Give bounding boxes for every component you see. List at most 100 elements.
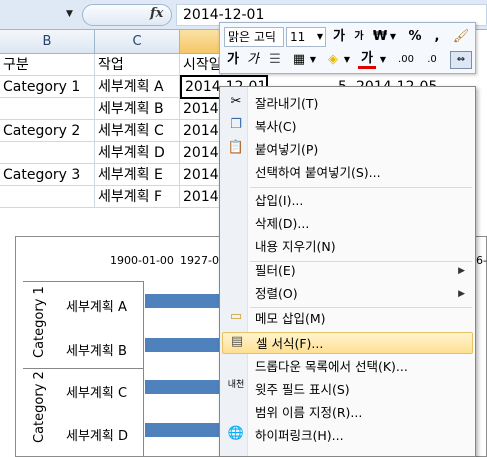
menu-item-label: 잘라내기(T) xyxy=(255,96,319,111)
cell-c3[interactable]: 세부계획 B xyxy=(95,98,180,120)
borders-icon[interactable]: ▦ xyxy=(290,50,308,72)
chart-task-label: 세부계획 D xyxy=(66,429,128,444)
chart-task-label: 세부계획 C xyxy=(66,386,128,401)
font-color-dropdown-icon[interactable]: ▼ xyxy=(378,50,388,72)
cell-c7[interactable]: 세부계획 F xyxy=(95,186,180,208)
insert-function-icon[interactable]: fx xyxy=(150,6,163,21)
phonetic-icon: 내천 xyxy=(227,380,245,390)
chart-bar[interactable] xyxy=(145,338,220,352)
menu-item-cut[interactable]: ✂ 잘라내기(T) xyxy=(222,93,473,115)
chart-bar[interactable] xyxy=(145,423,220,437)
cell-b7[interactable] xyxy=(0,186,95,208)
menu-item-label: 필터(E) xyxy=(255,263,296,278)
menu-item-label: 붙여넣기(P) xyxy=(255,142,319,157)
menu-item-label: 드롭다운 목록에서 선택(K)... xyxy=(255,359,408,374)
currency-button[interactable]: ₩ xyxy=(372,27,388,49)
cell-c4[interactable]: 세부계획 C xyxy=(95,120,180,142)
context-menu: ✂ 잘라내기(T) ❐ 복사(C) 📋 붙여넣기(P) 선택하여 붙여넣기(S)… xyxy=(219,86,476,457)
cell-d3[interactable]: 2014- xyxy=(180,98,222,120)
mini-toolbar: 맑은 고딕 11 ▼ 가 가 ₩ ▼ % , 🖌 가 가 ☰ ▦ ▼ ◈ ▼ 가 … xyxy=(219,22,476,74)
column-header-c[interactable]: C xyxy=(95,30,180,54)
cell-d1[interactable]: 시작일 xyxy=(180,54,222,76)
menu-item-pick-from-list[interactable]: 드롭다운 목록에서 선택(K)... xyxy=(222,356,473,378)
merge-center-icon[interactable]: ⇔ xyxy=(450,51,472,69)
menu-item-label: 내용 지우기(N) xyxy=(255,239,336,254)
name-box-dropdown-icon[interactable]: ▼ xyxy=(66,9,73,19)
axis-tick: 1900-01-00 xyxy=(110,254,174,267)
cell-d5[interactable]: 2014- xyxy=(180,142,222,164)
percent-button[interactable]: % xyxy=(406,27,424,49)
menu-item-label: 복사(C) xyxy=(255,119,297,134)
column-header-b[interactable]: B xyxy=(0,30,95,54)
cell-c2[interactable]: 세부계획 A xyxy=(95,76,180,98)
menu-item-define-name[interactable]: 범위 이름 지정(R)... xyxy=(222,402,473,424)
cell-c1[interactable]: 작업 xyxy=(95,54,180,76)
menu-item-delete[interactable]: 삭제(D)... xyxy=(222,213,473,235)
copy-icon: ❐ xyxy=(230,117,242,132)
scissors-icon: ✂ xyxy=(230,94,242,109)
hyperlink-globe-icon: 🌐 xyxy=(227,426,245,441)
align-center-icon[interactable]: ☰ xyxy=(266,50,284,72)
fill-color-dropdown-icon[interactable]: ▼ xyxy=(342,50,352,72)
shrink-font-button[interactable]: 가 xyxy=(350,27,368,49)
fill-color-icon[interactable]: ◈ xyxy=(324,50,342,72)
format-painter-icon[interactable]: 🖌 xyxy=(450,27,472,49)
cell-b1[interactable]: 구분 xyxy=(0,54,95,76)
cell-b3[interactable] xyxy=(0,98,95,120)
cell-b5[interactable] xyxy=(0,142,95,164)
paste-icon: 📋 xyxy=(227,140,245,155)
borders-dropdown-icon[interactable]: ▼ xyxy=(308,50,318,72)
menu-item-paste-special[interactable]: 선택하여 붙여넣기(S)... xyxy=(222,162,473,184)
submenu-arrow-icon: ▶ xyxy=(458,289,465,299)
menu-item-format-cells[interactable]: ▤ 셀 서식(F)... xyxy=(222,332,473,354)
submenu-arrow-icon: ▶ xyxy=(458,266,465,276)
increase-decimal-button[interactable]: .00 xyxy=(394,50,418,72)
cell-d4[interactable]: 2014- xyxy=(180,120,222,142)
menu-item-paste[interactable]: 📋 붙여넣기(P) xyxy=(222,139,473,161)
cell-b2[interactable]: Category 1 xyxy=(0,76,95,98)
chart-category-label: Category 1 xyxy=(32,286,47,358)
menu-item-label: 범위 이름 지정(R)... xyxy=(255,405,363,420)
axis-tick: 6-1 xyxy=(476,254,487,267)
category-divider xyxy=(23,368,143,369)
menu-item-label: 삽입(I)... xyxy=(255,193,304,208)
font-size-select[interactable]: 11 ▼ xyxy=(286,27,326,47)
menu-item-filter[interactable]: 필터(E) ▶ xyxy=(222,260,473,282)
menu-item-sort[interactable]: 정렬(O) ▶ xyxy=(222,283,473,305)
decrease-decimal-button[interactable]: .0 xyxy=(420,50,444,72)
menu-item-show-phonetic[interactable]: 내천 윗주 필드 표시(S) xyxy=(222,379,473,401)
menu-item-label: 메모 삽입(M) xyxy=(255,311,326,326)
italic-button[interactable]: 가 xyxy=(244,50,262,72)
menu-item-label: 윗주 필드 표시(S) xyxy=(255,382,350,397)
grow-font-button[interactable]: 가 xyxy=(330,27,348,49)
cell-b6[interactable]: Category 3 xyxy=(0,164,95,186)
category-divider xyxy=(23,281,143,282)
currency-dropdown-icon[interactable]: ▼ xyxy=(388,27,398,49)
chart-task-label: 세부계획 B xyxy=(66,344,127,359)
chart-bar[interactable] xyxy=(145,380,220,394)
cell-b4[interactable]: Category 2 xyxy=(0,120,95,142)
font-name-select[interactable]: 맑은 고딕 xyxy=(224,27,284,47)
font-name-value: 맑은 고딕 xyxy=(228,30,276,44)
bold-button[interactable]: 가 xyxy=(224,50,242,72)
chart-bar[interactable] xyxy=(145,294,220,308)
menu-item-insert[interactable]: 삽입(I)... xyxy=(222,190,473,212)
format-cells-icon: ▤ xyxy=(230,334,244,349)
chart-category-label: Category 2 xyxy=(32,371,47,443)
menu-item-label: 하이퍼링크(H)... xyxy=(255,428,344,443)
menu-item-insert-comment[interactable]: ▭ 메모 삽입(M) xyxy=(222,308,473,330)
cell-d7[interactable]: 2014- xyxy=(180,186,222,208)
font-size-value: 11 xyxy=(290,30,306,44)
menu-item-label: 삭제(D)... xyxy=(255,216,310,231)
cell-c6[interactable]: 세부계획 E xyxy=(95,164,180,186)
cell-d6[interactable]: 2014- xyxy=(180,164,222,186)
font-color-button[interactable]: 가 xyxy=(358,50,376,69)
comma-button[interactable]: , xyxy=(430,27,444,49)
menu-separator xyxy=(250,187,472,188)
menu-item-label: 선택하여 붙여넣기(S)... xyxy=(255,165,381,180)
menu-item-copy[interactable]: ❐ 복사(C) xyxy=(222,116,473,138)
cell-c5[interactable]: 세부계획 D xyxy=(95,142,180,164)
menu-item-clear-contents[interactable]: 내용 지우기(N) xyxy=(222,236,473,258)
menu-item-label: 정렬(O) xyxy=(255,286,298,301)
menu-item-hyperlink[interactable]: 🌐 하이퍼링크(H)... xyxy=(222,425,473,447)
